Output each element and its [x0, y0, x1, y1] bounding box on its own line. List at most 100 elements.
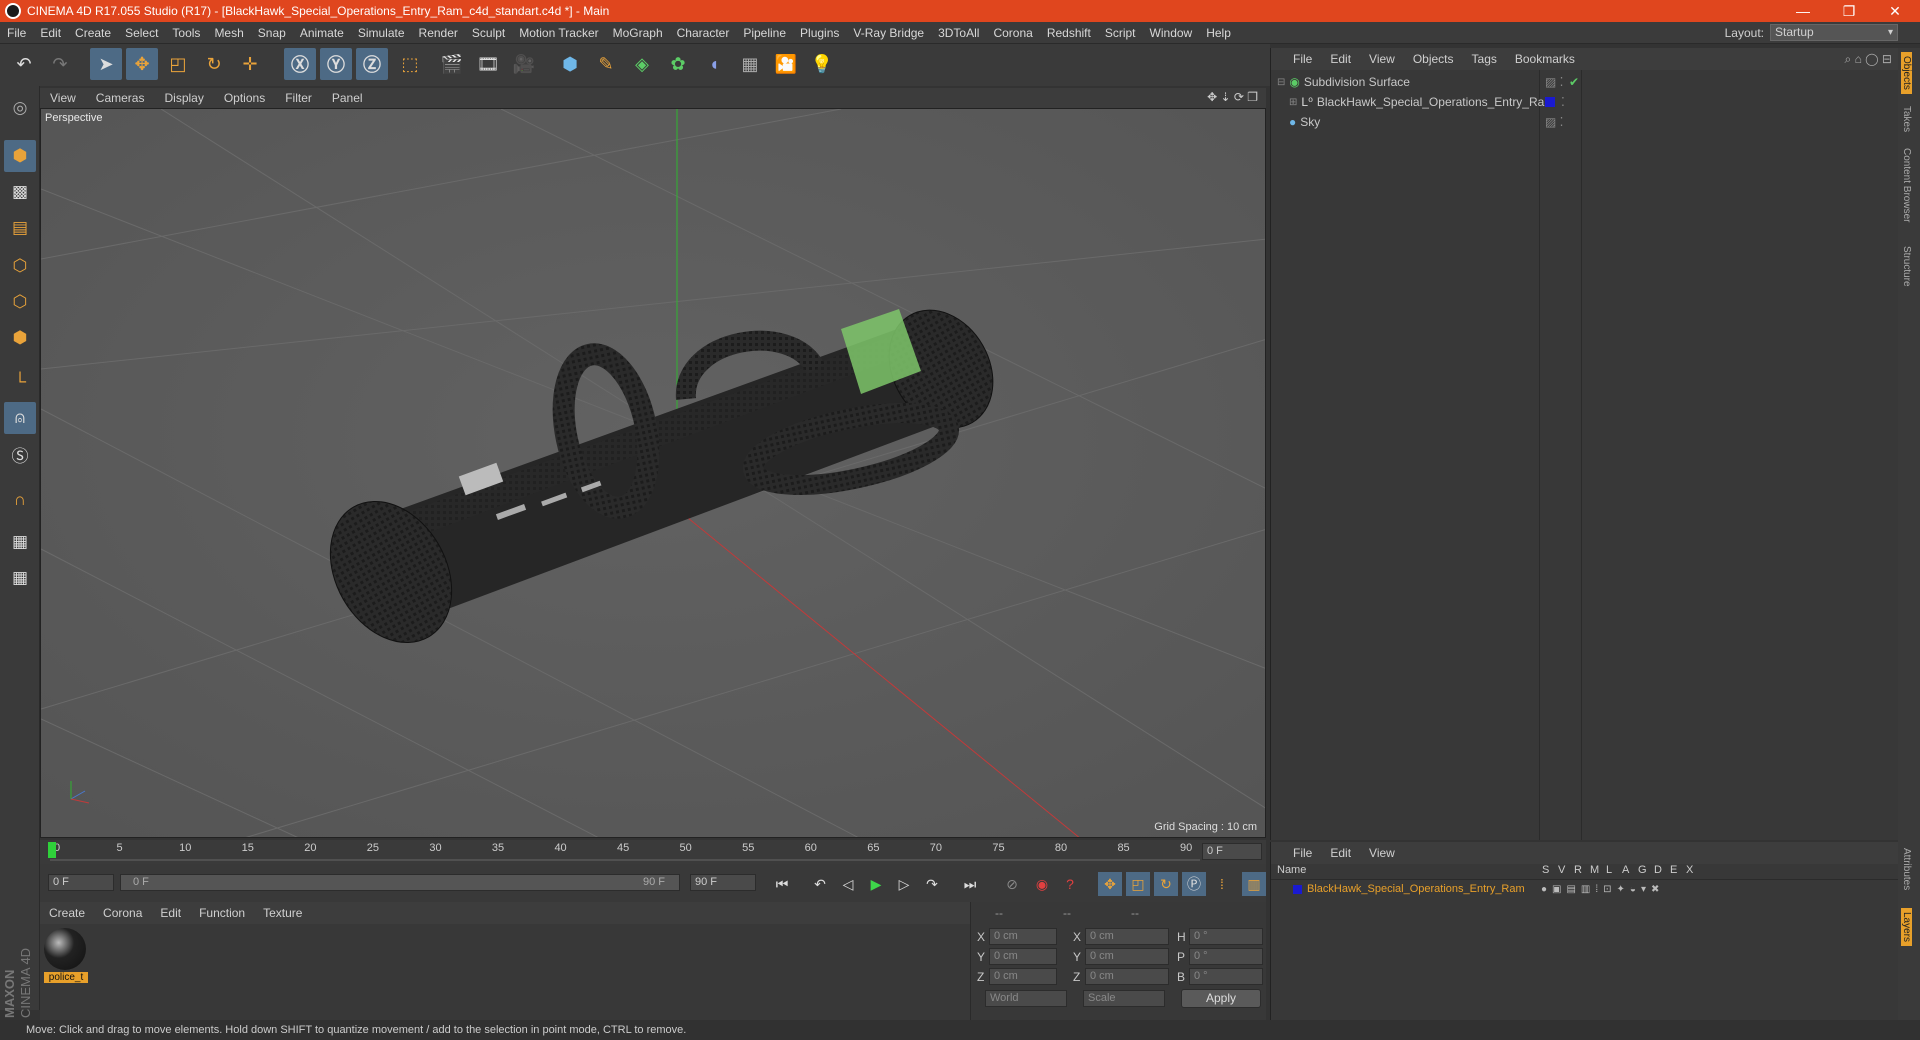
tab-objects[interactable]: Objects [1901, 52, 1912, 94]
menu-mesh[interactable]: Mesh [207, 26, 250, 40]
workplane-lock-icon[interactable]: ▦ [4, 526, 36, 558]
record-active-icon[interactable]: ◉ [1030, 872, 1054, 896]
object-row[interactable]: ● Sky ▨ ⁚ [1271, 112, 1899, 132]
menu-create[interactable]: Create [68, 26, 118, 40]
x-axis-lock-icon[interactable]: Ⓧ [284, 48, 316, 80]
object-manager-search-icons[interactable]: ⌕ ⌂ ◯ ⊟ [1845, 52, 1892, 67]
perspective-viewport[interactable]: Perspective Grid Spacing : 10 cm [40, 108, 1266, 838]
rotate-tool-icon[interactable]: ↻ [198, 48, 230, 80]
scale-tool-icon[interactable]: ◰ [162, 48, 194, 80]
timeline-ruler[interactable]: 0 5 10 15 20 25 30 35 40 45 50 55 60 65 70 75 80 85 90 0 F [40, 840, 1266, 864]
objects-menu-objects[interactable]: Objects [1404, 52, 1463, 66]
layer-name[interactable]: BlackHawk_Special_Operations_Entry_Ram [1307, 883, 1525, 895]
material-menu-create[interactable]: Create [40, 906, 94, 920]
menu-window[interactable]: Window [1143, 26, 1200, 40]
undo-icon[interactable]: ↶ [8, 48, 40, 80]
snap-icon[interactable]: Ⓢ [4, 438, 36, 470]
timeline-window-icon[interactable]: ▥ [1242, 872, 1266, 896]
menu-render[interactable]: Render [412, 26, 465, 40]
object-name[interactable]: Sky [1300, 115, 1320, 129]
layer-toggle-icons[interactable]: ●▣▤▥⁞⊡✦◒▾✖ [1541, 884, 1664, 895]
key-scale-icon[interactable]: ◰ [1126, 872, 1150, 896]
layer-col-xref[interactable]: X [1686, 864, 1693, 876]
tab-takes[interactable]: Takes [1901, 106, 1912, 132]
minimize-button[interactable]: — [1780, 0, 1826, 22]
objects-menu-edit[interactable]: Edit [1321, 52, 1360, 66]
layers-menu-file[interactable]: File [1271, 846, 1321, 860]
menu-edit[interactable]: Edit [33, 26, 68, 40]
menu-corona[interactable]: Corona [986, 26, 1039, 40]
material-menu-edit[interactable]: Edit [151, 906, 190, 920]
menu-simulate[interactable]: Simulate [351, 26, 412, 40]
tab-content-browser[interactable]: Content Browser [1901, 148, 1912, 222]
y-axis-lock-icon[interactable]: Ⓨ [320, 48, 352, 80]
key-rotation-icon[interactable]: ↻ [1154, 872, 1178, 896]
visibility-dots-icon[interactable]: ▨ ⁚ [1545, 115, 1564, 129]
floor-icon[interactable]: ▦ [734, 48, 766, 80]
end-frame-field[interactable]: 90 F [690, 874, 756, 891]
rotation-p-field[interactable]: 0 ° [1189, 948, 1263, 965]
size-x-field[interactable]: 0 cm [1085, 928, 1169, 945]
layer-col-view[interactable]: V [1558, 864, 1565, 876]
menu-pipeline[interactable]: Pipeline [736, 26, 793, 40]
layer-color-icon[interactable] [1293, 884, 1302, 894]
position-y-field[interactable]: 0 cm [989, 948, 1057, 965]
play-icon[interactable]: ▶ [864, 872, 888, 896]
make-editable-icon[interactable]: ◎ [4, 92, 36, 124]
frame-range-slider[interactable]: 0 F 90 F [120, 874, 680, 891]
position-x-field[interactable]: 0 cm [989, 928, 1057, 945]
object-name[interactable]: BlackHawk_Special_Operations_Entry_Ram [1317, 95, 1554, 109]
menu-animate[interactable]: Animate [293, 26, 351, 40]
material-menu-function[interactable]: Function [190, 906, 254, 920]
apply-button[interactable]: Apply [1181, 989, 1261, 1008]
viewport-menu-options[interactable]: Options [214, 91, 275, 105]
record-keys-icon[interactable]: ⊘ [1000, 872, 1024, 896]
viewport-nav-icons[interactable]: ✥ ⇣ ⟳ ❐ [1207, 90, 1258, 104]
move-tool-icon[interactable]: ✥ [126, 48, 158, 80]
menu-vray-bridge[interactable]: V-Ray Bridge [846, 26, 931, 40]
key-pla-icon[interactable]: ⁞ [1210, 872, 1234, 896]
menu-character[interactable]: Character [670, 26, 737, 40]
menu-tools[interactable]: Tools [165, 26, 207, 40]
current-frame-field[interactable]: 0 F [1202, 843, 1262, 860]
planar-workplane-icon[interactable]: ▦ [4, 562, 36, 594]
viewport-menu-display[interactable]: Display [154, 91, 213, 105]
menu-3dtoall[interactable]: 3DToAll [931, 26, 986, 40]
key-parameter-icon[interactable]: Ⓟ [1182, 872, 1206, 896]
menu-plugins[interactable]: Plugins [793, 26, 846, 40]
viewport-menu-cameras[interactable]: Cameras [86, 91, 155, 105]
size-y-field[interactable]: 0 cm [1085, 948, 1169, 965]
points-mode-icon[interactable]: ⬡ [4, 250, 36, 282]
coordinate-mode-dropdown[interactable]: World [985, 990, 1067, 1007]
autokey-icon[interactable]: ? [1058, 872, 1082, 896]
magnet-icon[interactable]: ∩ [4, 484, 36, 516]
material-name[interactable]: police_t [44, 972, 88, 983]
layers-menu-edit[interactable]: Edit [1321, 846, 1360, 860]
visibility-dots-icon[interactable]: ⁚ [1561, 95, 1565, 109]
next-frame-icon[interactable]: ▷ [892, 872, 916, 896]
size-z-field[interactable]: 0 cm [1085, 968, 1169, 985]
tweak-mode-icon[interactable]: ⍝ [4, 402, 36, 434]
menu-sculpt[interactable]: Sculpt [465, 26, 512, 40]
coordinate-system-icon[interactable]: ⬚ [394, 48, 426, 80]
cube-primitive-icon[interactable]: ⬢ [554, 48, 586, 80]
material-menu-corona[interactable]: Corona [94, 906, 151, 920]
enabled-check-icon[interactable]: ✔ [1569, 75, 1579, 89]
start-frame-field[interactable]: 0 F [48, 874, 114, 891]
layer-col-render[interactable]: R [1574, 864, 1582, 876]
tab-structure[interactable]: Structure [1901, 246, 1912, 287]
previous-frame-icon[interactable]: ◁ [836, 872, 860, 896]
size-mode-dropdown[interactable]: Scale [1083, 990, 1165, 1007]
menu-mograph[interactable]: MoGraph [606, 26, 670, 40]
rotation-b-field[interactable]: 0 ° [1189, 968, 1263, 985]
previous-key-icon[interactable]: ↶ [808, 872, 832, 896]
render-view-icon[interactable]: 🎬 [436, 48, 468, 80]
axis-mode-icon[interactable]: └ [4, 366, 36, 398]
edges-mode-icon[interactable]: ⬡ [4, 286, 36, 318]
objects-menu-file[interactable]: File [1271, 52, 1321, 66]
layers-menu-view[interactable]: View [1360, 846, 1404, 860]
objects-menu-tags[interactable]: Tags [1463, 52, 1506, 66]
recent-tool-icon[interactable]: ✛ [234, 48, 266, 80]
layer-col-animation[interactable]: A [1622, 864, 1629, 876]
viewport-camera-label[interactable]: Perspective [45, 112, 102, 124]
